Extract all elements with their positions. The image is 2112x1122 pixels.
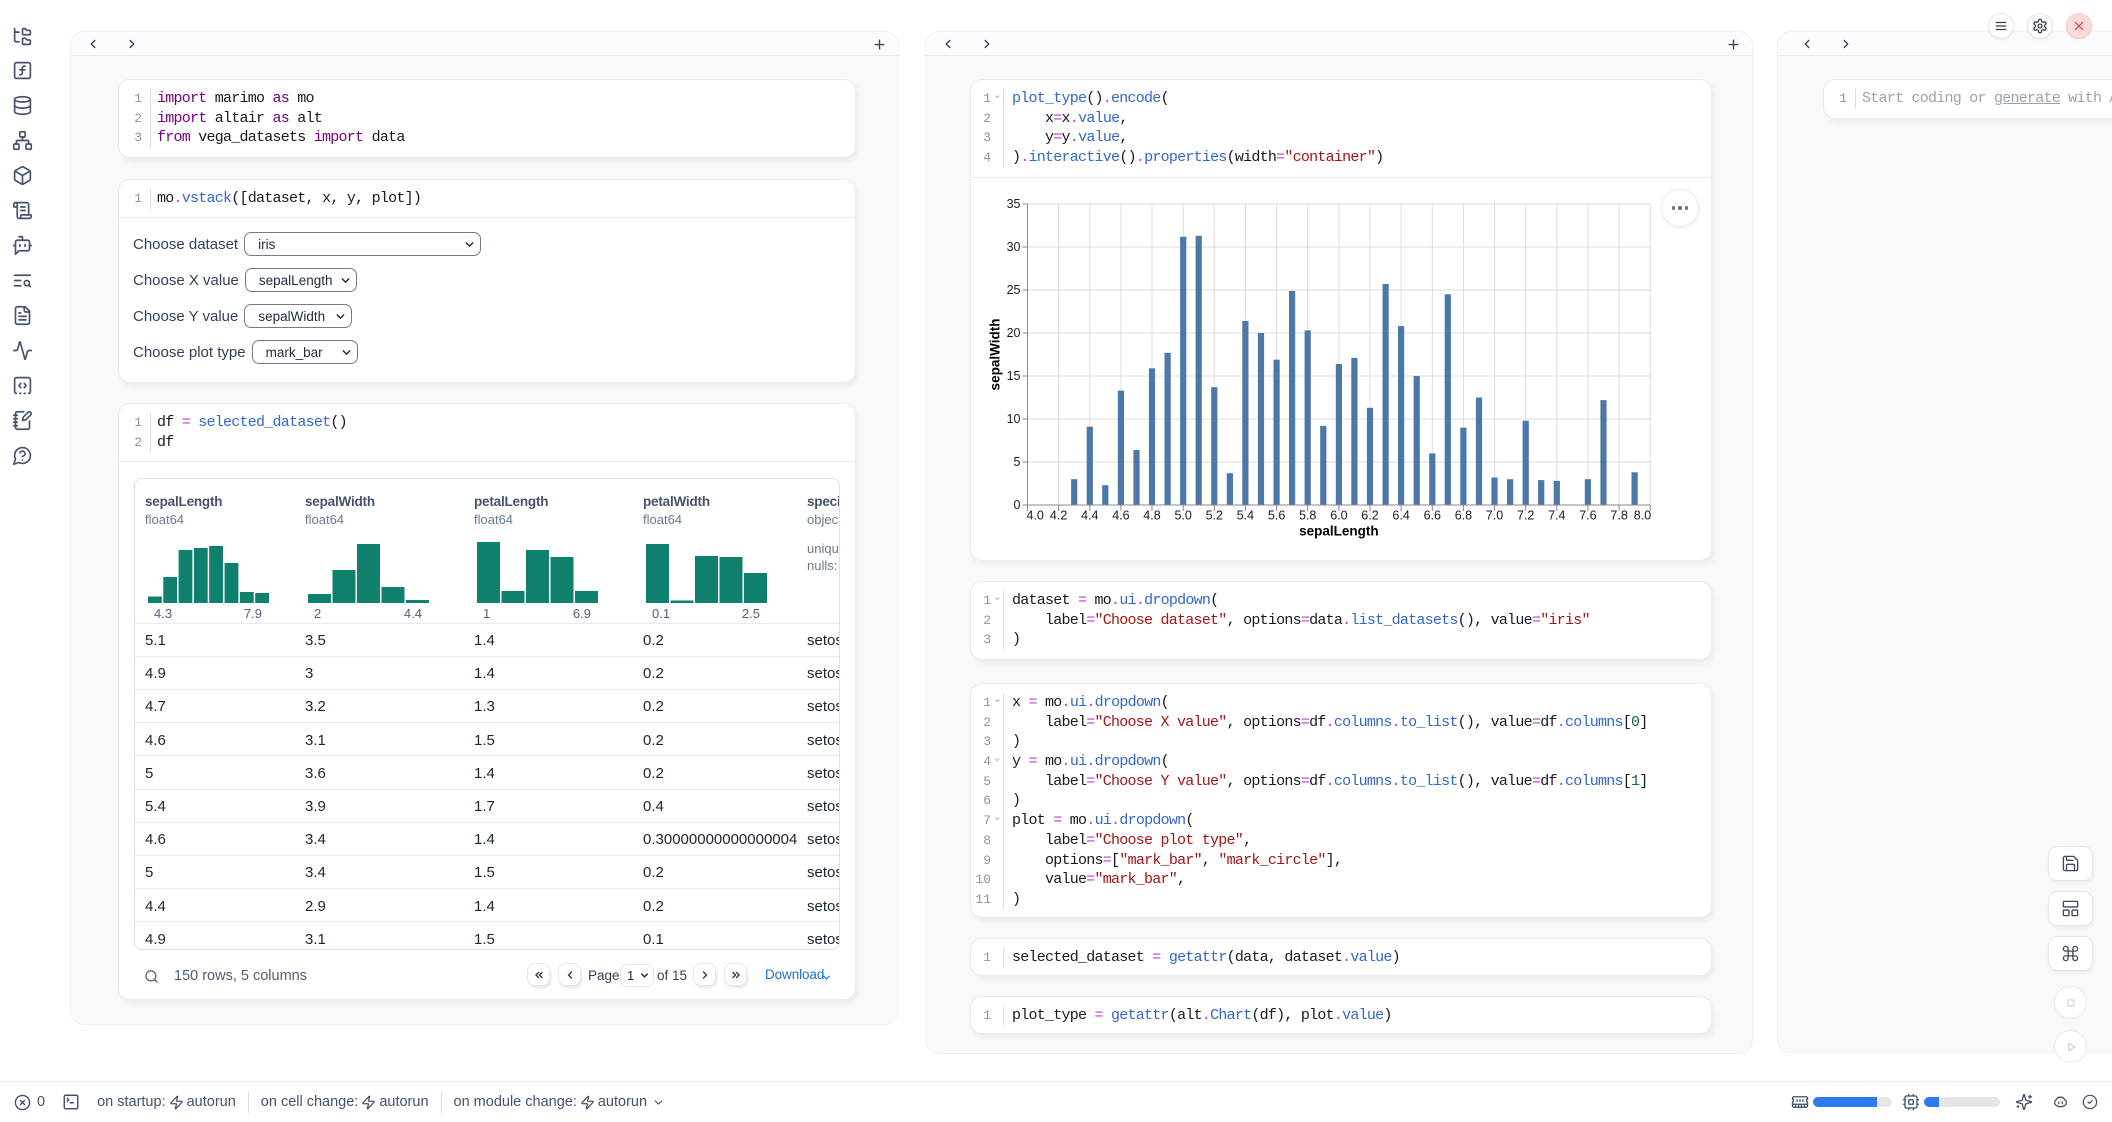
svg-text:6.0: 6.0 (1330, 509, 1347, 523)
svg-text:6.8: 6.8 (1455, 509, 1472, 523)
svg-text:4.6: 4.6 (1112, 509, 1129, 523)
svg-text:4.0: 4.0 (1027, 509, 1044, 523)
svg-text:35: 35 (1007, 197, 1021, 211)
svg-text:6.6: 6.6 (1424, 509, 1441, 523)
svg-text:6.4: 6.4 (1392, 509, 1409, 523)
svg-text:8.0: 8.0 (1634, 509, 1651, 523)
svg-text:4.4: 4.4 (1081, 509, 1098, 523)
svg-text:7.4: 7.4 (1548, 509, 1565, 523)
svg-text:5: 5 (1014, 455, 1021, 469)
svg-text:4.8: 4.8 (1143, 509, 1160, 523)
svg-text:10: 10 (1007, 412, 1021, 426)
svg-text:6.2: 6.2 (1361, 509, 1378, 523)
svg-text:0: 0 (1014, 498, 1021, 512)
svg-text:5.0: 5.0 (1175, 509, 1192, 523)
svg-text:5.2: 5.2 (1206, 509, 1223, 523)
svg-text:7.2: 7.2 (1517, 509, 1534, 523)
svg-text:5.4: 5.4 (1237, 509, 1254, 523)
svg-text:15: 15 (1007, 369, 1021, 383)
svg-text:5.6: 5.6 (1268, 509, 1285, 523)
svg-text:20: 20 (1007, 326, 1021, 340)
svg-text:sepalWidth: sepalWidth (988, 319, 1003, 391)
svg-text:sepalLength: sepalLength (1299, 524, 1379, 539)
svg-text:30: 30 (1007, 240, 1021, 254)
svg-text:25: 25 (1007, 283, 1021, 297)
svg-text:7.8: 7.8 (1610, 509, 1627, 523)
svg-text:7.6: 7.6 (1579, 509, 1596, 523)
svg-text:5.8: 5.8 (1299, 509, 1316, 523)
svg-text:7.0: 7.0 (1486, 509, 1503, 523)
svg-text:4.2: 4.2 (1050, 509, 1067, 523)
